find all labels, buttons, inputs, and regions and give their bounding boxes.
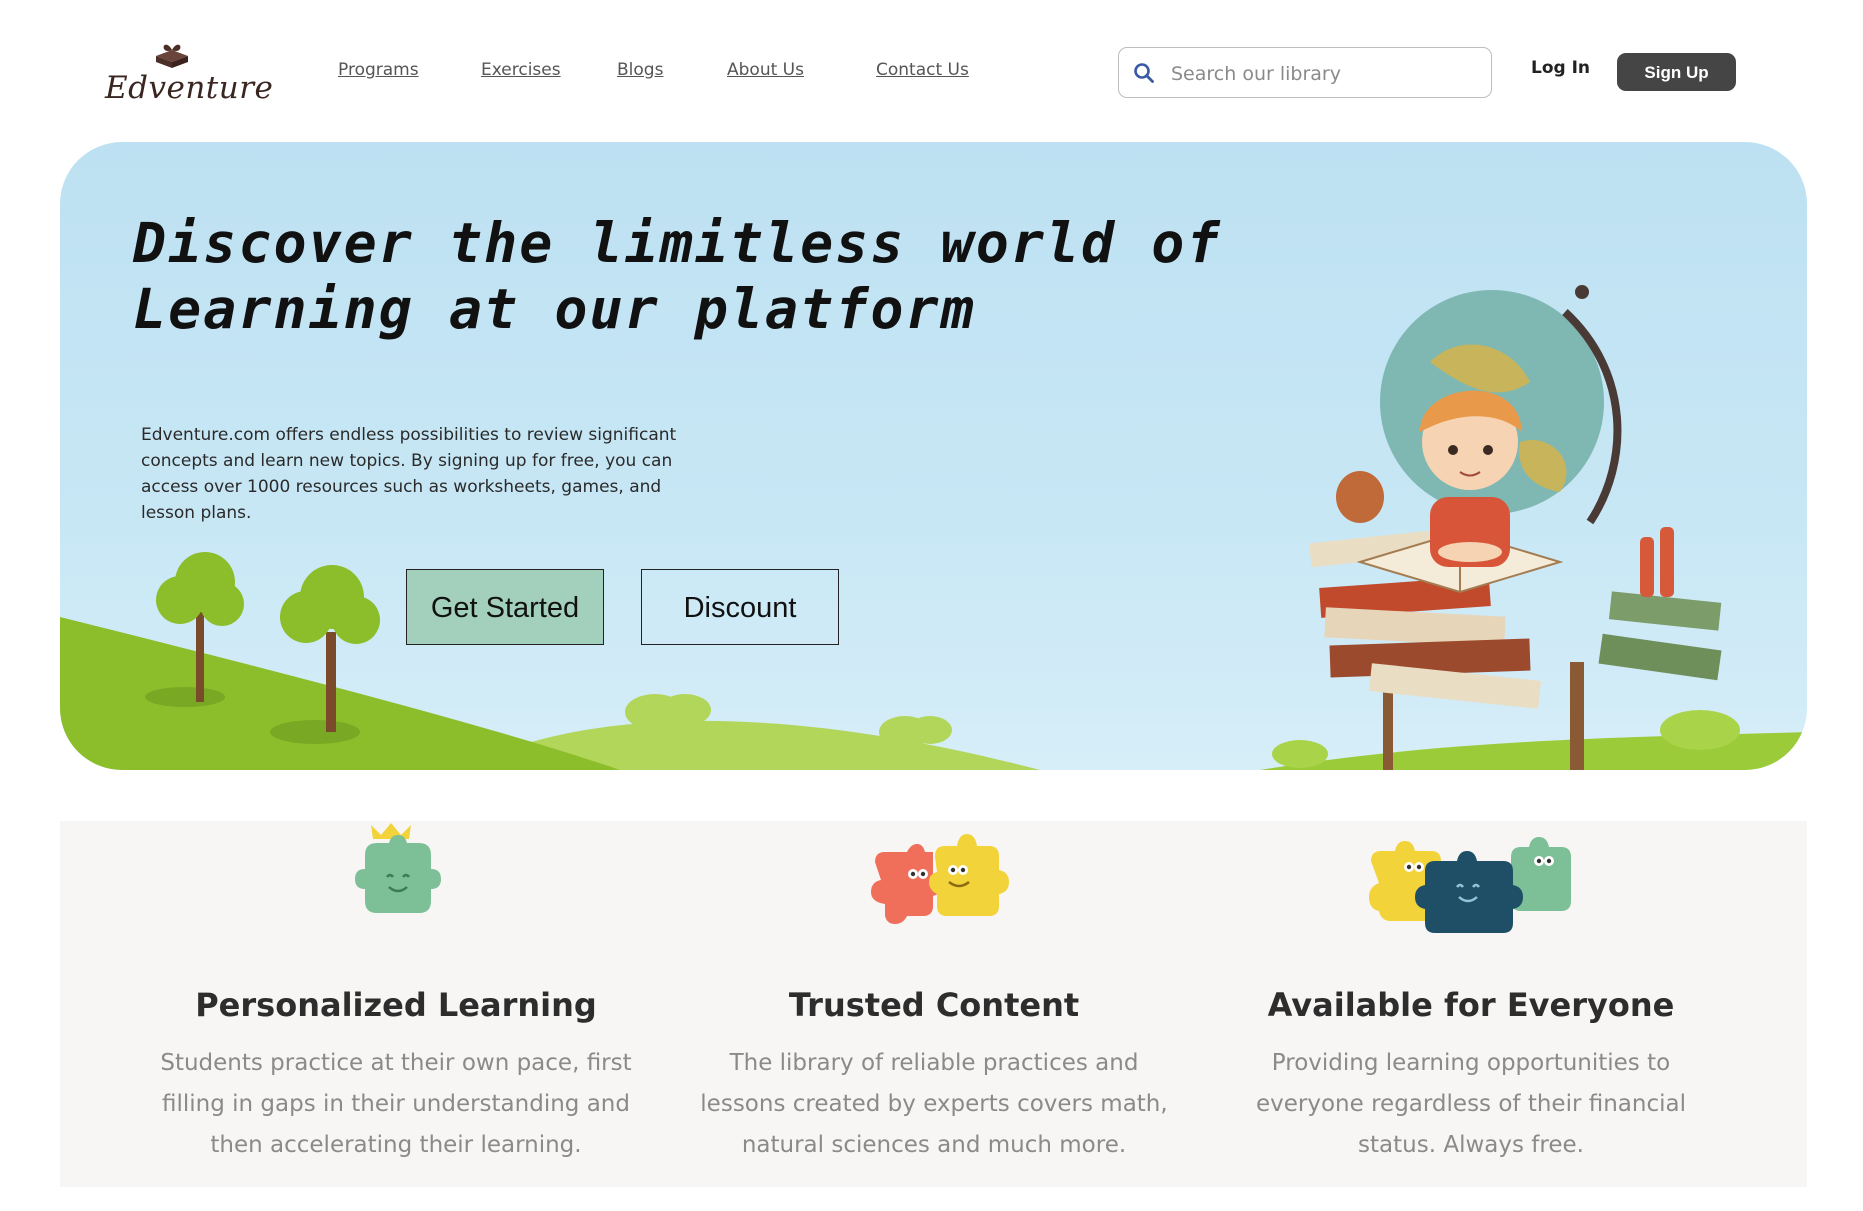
feature-title: Available for Everyone	[1267, 986, 1675, 1024]
hero-banner: Discover the limitless world of Learning…	[60, 142, 1807, 770]
hero-title: Discover the limitless world of Learning…	[133, 210, 1222, 342]
nav-exercises[interactable]: Exercises	[481, 60, 561, 80]
logo[interactable]: Edventure	[100, 38, 273, 118]
get-started-button[interactable]: Get Started	[406, 569, 604, 645]
puzzle-pair-icon	[871, 834, 1009, 924]
logo-text: Edventure	[105, 70, 274, 106]
child-reading-illustration	[1309, 285, 1722, 770]
feature-title: Personalized Learning	[195, 986, 597, 1024]
feature-description: Providing learning opportunities to ever…	[1256, 1050, 1686, 1158]
login-link[interactable]: Log In	[1531, 58, 1590, 78]
feature-available-for-everyone: Available for Everyone Providing learnin…	[1211, 821, 1731, 1187]
search-input[interactable]	[1169, 58, 1473, 90]
search-box[interactable]	[1118, 47, 1492, 98]
nav-blogs[interactable]: Blogs	[617, 60, 663, 80]
features-section: Personalized Learning Students practice …	[60, 821, 1807, 1187]
nav-contact-us[interactable]: Contact Us	[876, 60, 969, 80]
nav-about-us[interactable]: About Us	[727, 60, 804, 80]
puzzle-crown-icon	[355, 823, 441, 913]
nav-programs[interactable]: Programs	[338, 60, 419, 80]
hero-description: Edventure.com offers endless possibiliti…	[141, 425, 677, 523]
book-stack-logo-icon	[156, 44, 188, 68]
puzzle-group-icon	[1369, 837, 1571, 933]
hero-title-line-1: Discover the limitless world of	[133, 211, 1222, 275]
signup-button[interactable]: Sign Up	[1617, 53, 1736, 91]
feature-trusted-content: Trusted Content The library of reliable …	[674, 821, 1194, 1187]
discount-button[interactable]: Discount	[641, 569, 839, 645]
hero-title-line-2: Learning at our platform	[133, 277, 976, 341]
feature-description: The library of reliable practices and le…	[700, 1050, 1168, 1158]
feature-description: Students practice at their own pace, fir…	[160, 1050, 632, 1158]
feature-personalized-learning: Personalized Learning Students practice …	[136, 821, 656, 1187]
search-icon	[1134, 63, 1154, 83]
feature-title: Trusted Content	[788, 986, 1080, 1024]
